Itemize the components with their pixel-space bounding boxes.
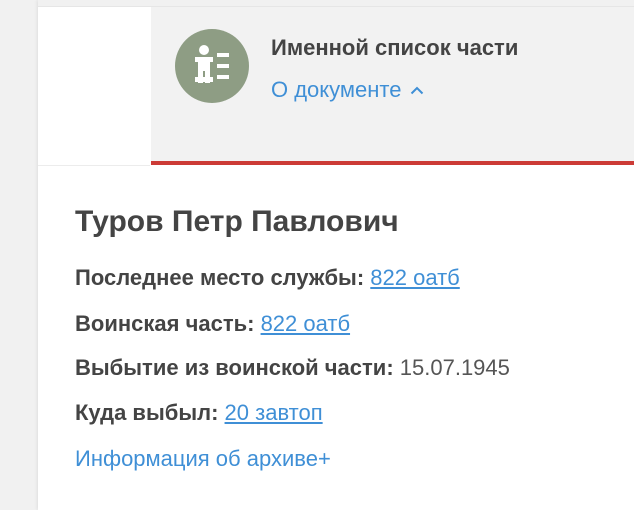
field-departure-date: Выбытие из воинской части: 15.07.1945 <box>75 355 510 381</box>
chevron-up-icon <box>410 75 424 101</box>
field-label: Последнее место службы: <box>75 265 365 290</box>
document-header: Именной список части О документе <box>151 7 634 161</box>
record-card: Именной список части О документе Туров П… <box>38 0 634 510</box>
field-label: Выбытие из воинской части: <box>75 355 394 380</box>
top-divider <box>38 0 634 7</box>
departure-date-value: 15.07.1945 <box>399 355 510 380</box>
field-last-service-place: Последнее место службы: 822 оатб <box>75 265 460 291</box>
header-accent-line <box>151 161 634 165</box>
about-document-label: О документе <box>271 77 402 102</box>
about-document-toggle[interactable]: О документе <box>271 75 424 103</box>
person-name: Туров Петр Павлович <box>75 205 399 238</box>
archive-info-link[interactable]: Информация об архиве+ <box>75 446 331 472</box>
document-title: Именной список части <box>271 35 519 60</box>
person-list-icon <box>175 29 249 103</box>
field-departed-to: Куда выбыл: 20 завтоп <box>75 400 323 426</box>
field-military-unit: Воинская часть: 822 оатб <box>75 311 350 337</box>
last-service-place-link[interactable]: 822 оатб <box>370 265 459 290</box>
field-label: Воинская часть: <box>75 311 255 336</box>
field-label: Куда выбыл: <box>75 400 219 425</box>
military-unit-link[interactable]: 822 оатб <box>261 311 350 336</box>
header-spacer <box>38 7 150 166</box>
departed-to-link[interactable]: 20 завтоп <box>225 400 323 425</box>
